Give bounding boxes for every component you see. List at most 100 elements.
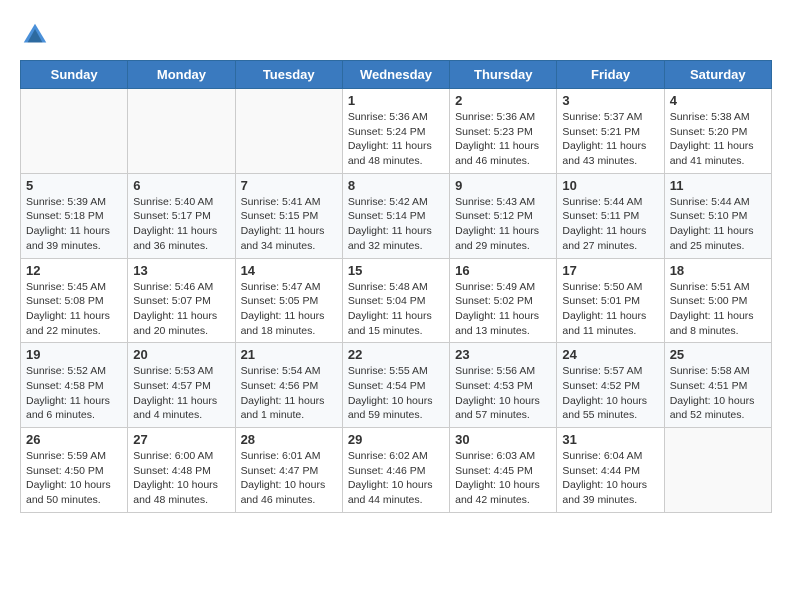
day-cell: 3Sunrise: 5:37 AMSunset: 5:21 PMDaylight…: [557, 89, 664, 174]
day-number: 19: [26, 347, 122, 362]
day-number: 12: [26, 263, 122, 278]
day-header-friday: Friday: [557, 61, 664, 89]
day-header-wednesday: Wednesday: [342, 61, 449, 89]
day-number: 15: [348, 263, 444, 278]
day-info: Sunrise: 5:41 AMSunset: 5:15 PMDaylight:…: [241, 195, 337, 254]
day-header-thursday: Thursday: [450, 61, 557, 89]
calendar-week-row: 5Sunrise: 5:39 AMSunset: 5:18 PMDaylight…: [21, 173, 772, 258]
day-cell: 26Sunrise: 5:59 AMSunset: 4:50 PMDayligh…: [21, 428, 128, 513]
day-cell: 30 Sunrise: 6:03 AMSunset: 4:45 PMDayligh…: [450, 428, 557, 513]
day-header-saturday: Saturday: [664, 61, 771, 89]
day-info: Sunrise: 5:36 AMSunset: 5:24 PMDaylight:…: [348, 110, 444, 169]
day-info: Sunrise: 5:56 AMSunset: 4:53 PMDaylight:…: [455, 364, 551, 423]
day-cell: 2 Sunrise: 5:36 AMSunset: 5:23 PMDaylight…: [450, 89, 557, 174]
day-number: 14: [241, 263, 337, 278]
logo-icon: [20, 20, 50, 50]
day-number: 16: [455, 263, 551, 278]
day-info: Sunrise: 5:44 AMSunset: 5:11 PMDaylight:…: [562, 195, 658, 254]
day-header-monday: Monday: [128, 61, 235, 89]
day-cell: 29Sunrise: 6:02 AMSunset: 4:46 PMDayligh…: [342, 428, 449, 513]
day-cell: 18 Sunrise: 5:51 AMSunset: 5:00 PMDayligh…: [664, 258, 771, 343]
day-cell: 5Sunrise: 5:39 AMSunset: 5:18 PMDaylight…: [21, 173, 128, 258]
day-info: Sunrise: 5:42 AMSunset: 5:14 PMDaylight:…: [348, 195, 444, 254]
day-info: Sunrise: 5:52 AMSunset: 4:58 PMDaylight:…: [26, 364, 122, 423]
day-cell: 22 Sunrise: 5:55 AMSunset: 4:54 PMDayligh…: [342, 343, 449, 428]
day-number: 21: [241, 347, 337, 362]
day-cell: 24 Sunrise: 5:57 AMSunset: 4:52 PMDayligh…: [557, 343, 664, 428]
day-number: 23: [455, 347, 551, 362]
day-number: 31: [562, 432, 658, 447]
day-cell: 9 Sunrise: 5:43 AMSunset: 5:12 PMDaylight…: [450, 173, 557, 258]
day-info: Sunrise: 5:50 AMSunset: 5:01 PMDaylight:…: [562, 280, 658, 339]
day-number: 2: [455, 93, 551, 108]
day-cell: 15 Sunrise: 5:48 AMSunset: 5:04 PMDayligh…: [342, 258, 449, 343]
day-cell: 8 Sunrise: 5:42 AMSunset: 5:14 PMDaylight…: [342, 173, 449, 258]
day-info: Sunrise: 5:39 AMSunset: 5:18 PMDaylight:…: [26, 195, 122, 254]
calendar-week-row: 19 Sunrise: 5:52 AMSunset: 4:58 PMDayligh…: [21, 343, 772, 428]
empty-cell: [664, 428, 771, 513]
day-number: 9: [455, 178, 551, 193]
day-cell: 13 Sunrise: 5:46 AMSunset: 5:07 PMDayligh…: [128, 258, 235, 343]
day-number: 24: [562, 347, 658, 362]
calendar-week-row: 1 Sunrise: 5:36 AMSunset: 5:24 PMDaylight…: [21, 89, 772, 174]
calendar-week-row: 12 Sunrise: 5:45 AMSunset: 5:08 PMDayligh…: [21, 258, 772, 343]
day-number: 22: [348, 347, 444, 362]
day-cell: 14 Sunrise: 5:47 AMSunset: 5:05 PMDayligh…: [235, 258, 342, 343]
day-number: 10: [562, 178, 658, 193]
day-number: 26: [26, 432, 122, 447]
day-number: 20: [133, 347, 229, 362]
day-number: 13: [133, 263, 229, 278]
day-number: 4: [670, 93, 766, 108]
day-number: 29: [348, 432, 444, 447]
day-cell: 19 Sunrise: 5:52 AMSunset: 4:58 PMDayligh…: [21, 343, 128, 428]
day-info: Sunrise: 5:58 AMSunset: 4:51 PMDaylight:…: [670, 364, 766, 423]
day-number: 1: [348, 93, 444, 108]
day-cell: 31 Sunrise: 6:04 AMSunset: 4:44 PMDayligh…: [557, 428, 664, 513]
day-number: 3: [562, 93, 658, 108]
day-number: 30: [455, 432, 551, 447]
day-cell: 10 Sunrise: 5:44 AMSunset: 5:11 PMDayligh…: [557, 173, 664, 258]
day-info: Sunrise: 5:54 AMSunset: 4:56 PMDaylight:…: [241, 364, 337, 423]
calendar-table: SundayMondayTuesdayWednesdayThursdayFrid…: [20, 60, 772, 513]
day-info: Sunrise: 5:57 AMSunset: 4:52 PMDaylight:…: [562, 364, 658, 423]
day-number: 6: [133, 178, 229, 193]
day-cell: 28Sunrise: 6:01 AMSunset: 4:47 PMDayligh…: [235, 428, 342, 513]
day-cell: 11 Sunrise: 5:44 AMSunset: 5:10 PMDayligh…: [664, 173, 771, 258]
day-header-sunday: Sunday: [21, 61, 128, 89]
day-number: 27: [133, 432, 229, 447]
day-info: Sunrise: 5:47 AMSunset: 5:05 PMDaylight:…: [241, 280, 337, 339]
day-info: Sunrise: 5:53 AMSunset: 4:57 PMDaylight:…: [133, 364, 229, 423]
day-info: Sunrise: 5:49 AMSunset: 5:02 PMDaylight:…: [455, 280, 551, 339]
day-number: 7: [241, 178, 337, 193]
day-cell: 12 Sunrise: 5:45 AMSunset: 5:08 PMDayligh…: [21, 258, 128, 343]
empty-cell: [21, 89, 128, 174]
empty-cell: [235, 89, 342, 174]
day-number: 8: [348, 178, 444, 193]
day-cell: 27 Sunrise: 6:00 AMSunset: 4:48 PMDayligh…: [128, 428, 235, 513]
day-info: Sunrise: 6:03 AMSunset: 4:45 PMDaylight:…: [455, 449, 551, 508]
day-info: Sunrise: 5:55 AMSunset: 4:54 PMDaylight:…: [348, 364, 444, 423]
day-cell: 4Sunrise: 5:38 AMSunset: 5:20 PMDaylight…: [664, 89, 771, 174]
day-number: 18: [670, 263, 766, 278]
day-number: 11: [670, 178, 766, 193]
day-cell: 6 Sunrise: 5:40 AMSunset: 5:17 PMDaylight…: [128, 173, 235, 258]
day-cell: 21 Sunrise: 5:54 AMSunset: 4:56 PMDayligh…: [235, 343, 342, 428]
day-info: Sunrise: 5:46 AMSunset: 5:07 PMDaylight:…: [133, 280, 229, 339]
day-info: Sunrise: 5:51 AMSunset: 5:00 PMDaylight:…: [670, 280, 766, 339]
day-cell: 16 Sunrise: 5:49 AMSunset: 5:02 PMDayligh…: [450, 258, 557, 343]
empty-cell: [128, 89, 235, 174]
calendar-week-row: 26Sunrise: 5:59 AMSunset: 4:50 PMDayligh…: [21, 428, 772, 513]
day-info: Sunrise: 5:44 AMSunset: 5:10 PMDaylight:…: [670, 195, 766, 254]
day-info: Sunrise: 6:00 AMSunset: 4:48 PMDaylight:…: [133, 449, 229, 508]
day-cell: 1 Sunrise: 5:36 AMSunset: 5:24 PMDaylight…: [342, 89, 449, 174]
page-header: [20, 20, 772, 50]
day-info: Sunrise: 5:36 AMSunset: 5:23 PMDaylight:…: [455, 110, 551, 169]
day-info: Sunrise: 6:04 AMSunset: 4:44 PMDaylight:…: [562, 449, 658, 508]
day-number: 17: [562, 263, 658, 278]
day-info: Sunrise: 5:40 AMSunset: 5:17 PMDaylight:…: [133, 195, 229, 254]
day-header-tuesday: Tuesday: [235, 61, 342, 89]
day-info: Sunrise: 6:01 AMSunset: 4:47 PMDaylight:…: [241, 449, 337, 508]
day-info: Sunrise: 5:45 AMSunset: 5:08 PMDaylight:…: [26, 280, 122, 339]
day-info: Sunrise: 5:43 AMSunset: 5:12 PMDaylight:…: [455, 195, 551, 254]
day-info: Sunrise: 5:48 AMSunset: 5:04 PMDaylight:…: [348, 280, 444, 339]
